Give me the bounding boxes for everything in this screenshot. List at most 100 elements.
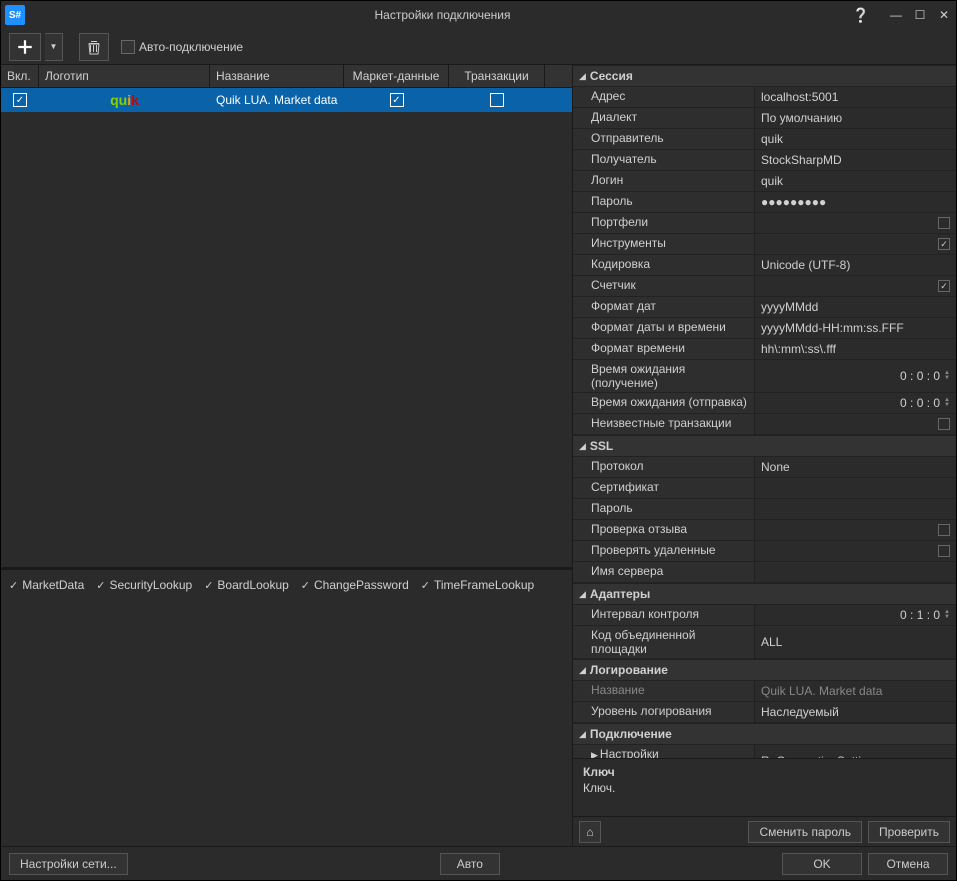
- checkbox-icon[interactable]: [938, 217, 950, 229]
- prop-datetimeformat[interactable]: Формат даты и времениyyyyMMdd-HH:mm:ss.F…: [573, 318, 956, 339]
- prop-dialect[interactable]: ДиалектПо умолчанию: [573, 108, 956, 129]
- prop-assoc-board[interactable]: Код объединенной площадкиALL: [573, 626, 956, 659]
- prop-ssl-cert[interactable]: Сертификат: [573, 478, 956, 499]
- cat-adapters[interactable]: ◢Адаптеры: [573, 583, 956, 605]
- expand-icon[interactable]: ▶: [591, 750, 598, 758]
- enabled-checkbox[interactable]: [13, 93, 27, 107]
- prop-log-name: НазваниеQuik LUA. Market data: [573, 681, 956, 702]
- spinner[interactable]: ▲▼: [944, 371, 950, 381]
- capability-item: TimeFrameLookup: [421, 578, 534, 592]
- prop-ssl-password[interactable]: Пароль: [573, 499, 956, 520]
- checkbox-icon[interactable]: [938, 280, 950, 292]
- cat-connection[interactable]: ◢Подключение: [573, 723, 956, 745]
- change-password-button[interactable]: Сменить пароль: [748, 821, 862, 843]
- prop-timeformat[interactable]: Формат времениhh\:mm\:ss\.fff: [573, 339, 956, 360]
- prop-ssl-deleted[interactable]: Проверять удаленные: [573, 541, 956, 562]
- network-settings-button[interactable]: Настройки сети...: [9, 853, 128, 875]
- prop-address[interactable]: Адресlocalhost:5001: [573, 87, 956, 108]
- col-name[interactable]: Название: [210, 65, 344, 87]
- cat-session[interactable]: ◢Сессия: [573, 65, 956, 87]
- footer: Настройки сети... Авто OK Отмена: [1, 846, 956, 880]
- collapse-icon: ◢: [579, 729, 586, 740]
- prop-dateformat[interactable]: Формат датyyyyMMdd: [573, 297, 956, 318]
- prop-login[interactable]: Логинquik: [573, 171, 956, 192]
- prop-ssl-revoke[interactable]: Проверка отзыва: [573, 520, 956, 541]
- window-title: Настройки подключения: [33, 8, 852, 22]
- prop-securities[interactable]: Инструменты: [573, 234, 956, 255]
- desc-text: Ключ.: [583, 781, 946, 795]
- collapse-icon: ◢: [579, 589, 586, 600]
- prop-target[interactable]: ПолучательStockSharpMD: [573, 150, 956, 171]
- checkbox-icon: [121, 40, 135, 54]
- grid-header: Вкл. Логотип Название Маркет-данные Тран…: [1, 65, 572, 88]
- checkbox-icon[interactable]: [938, 545, 950, 557]
- test-button[interactable]: Проверить: [868, 821, 950, 843]
- maximize-button[interactable]: ☐: [912, 8, 928, 22]
- connections-panel: Вкл. Логотип Название Маркет-данные Тран…: [1, 65, 573, 846]
- collapse-icon: ◢: [579, 441, 586, 452]
- transactions-checkbox[interactable]: [490, 93, 504, 107]
- connection-name: Quik LUA. Market data: [210, 88, 344, 112]
- capability-item: BoardLookup: [204, 578, 289, 592]
- spinner[interactable]: ▲▼: [944, 610, 950, 620]
- close-button[interactable]: ✕: [936, 8, 952, 22]
- checkbox-icon[interactable]: [938, 238, 950, 250]
- prop-ssl-servername[interactable]: Имя сервера: [573, 562, 956, 583]
- prop-encoding[interactable]: КодировкаUnicode (UTF-8): [573, 255, 956, 276]
- col-transactions[interactable]: Транзакции: [449, 65, 545, 87]
- col-marketdata[interactable]: Маркет-данные: [344, 65, 449, 87]
- add-dropdown-button[interactable]: ▼: [45, 33, 63, 61]
- prop-reconnect[interactable]: ▶Настройки переподключенияReConnectionSe…: [573, 745, 956, 758]
- prop-heartbeat[interactable]: Интервал контроля0 : 1 : 0▲▼: [573, 605, 956, 626]
- property-panel: ◢Сессия Адресlocalhost:5001 ДиалектПо ум…: [573, 65, 956, 846]
- auto-connect-label: Авто-подключение: [139, 40, 243, 54]
- marketdata-checkbox[interactable]: [390, 93, 404, 107]
- prop-counter[interactable]: Счетчик: [573, 276, 956, 297]
- checkbox-icon[interactable]: [938, 524, 950, 536]
- plus-icon: [16, 38, 34, 56]
- collapse-icon: ◢: [579, 665, 586, 676]
- checkbox-icon[interactable]: [938, 418, 950, 430]
- help-icon[interactable]: ❔: [852, 7, 868, 24]
- prop-portfolios[interactable]: Портфели: [573, 213, 956, 234]
- auto-button[interactable]: Авто: [440, 853, 500, 875]
- property-grid[interactable]: ◢Сессия Адресlocalhost:5001 ДиалектПо ум…: [573, 65, 956, 758]
- toolbar: ▼ Авто-подключение: [1, 29, 956, 65]
- app-icon: S#: [5, 5, 25, 25]
- capability-item: ChangePassword: [301, 578, 409, 592]
- cat-logging[interactable]: ◢Логирование: [573, 659, 956, 681]
- collapse-icon: ◢: [579, 71, 586, 82]
- auto-connect-checkbox[interactable]: Авто-подключение: [121, 40, 243, 54]
- desc-title: Ключ: [583, 765, 946, 779]
- right-buttons: ⌂ Сменить пароль Проверить: [573, 816, 956, 846]
- capability-item: MarketData: [9, 578, 84, 592]
- prop-unknown-trans[interactable]: Неизвестные транзакции: [573, 414, 956, 435]
- trash-icon: [86, 39, 102, 55]
- cat-ssl[interactable]: ◢SSL: [573, 435, 956, 457]
- add-button[interactable]: [9, 33, 41, 61]
- home-button[interactable]: ⌂: [579, 821, 601, 843]
- prop-send-timeout[interactable]: Время ожидания (отправка)0 : 0 : 0▲▼: [573, 393, 956, 414]
- settings-window: S# Настройки подключения ❔ — ☐ ✕ ▼ Авто-…: [0, 0, 957, 881]
- prop-ssl-protocol[interactable]: ПротоколNone: [573, 457, 956, 478]
- delete-button[interactable]: [79, 33, 109, 61]
- prop-password[interactable]: Пароль●●●●●●●●●: [573, 192, 956, 213]
- home-icon: ⌂: [586, 825, 593, 839]
- spinner[interactable]: ▲▼: [944, 398, 950, 408]
- capability-item: SecurityLookup: [96, 578, 192, 592]
- col-logo[interactable]: Логотип: [39, 65, 210, 87]
- chevron-down-icon: ▼: [50, 42, 58, 51]
- cancel-button[interactable]: Отмена: [868, 853, 948, 875]
- titlebar: S# Настройки подключения ❔ — ☐ ✕: [1, 1, 956, 29]
- ok-button[interactable]: OK: [782, 853, 862, 875]
- quik-logo: quik: [110, 92, 139, 108]
- prop-recv-timeout[interactable]: Время ожидания (получение)0 : 0 : 0▲▼: [573, 360, 956, 393]
- prop-log-level[interactable]: Уровень логированияНаследуемый: [573, 702, 956, 723]
- grid-body[interactable]: quik Quik LUA. Market data: [1, 88, 572, 567]
- connection-row[interactable]: quik Quik LUA. Market data: [1, 88, 572, 112]
- minimize-button[interactable]: —: [888, 8, 904, 22]
- capabilities-panel: MarketData SecurityLookup BoardLookup Chang…: [1, 567, 572, 846]
- col-enabled[interactable]: Вкл.: [1, 65, 39, 87]
- property-description: Ключ Ключ.: [573, 758, 956, 816]
- prop-sender[interactable]: Отправительquik: [573, 129, 956, 150]
